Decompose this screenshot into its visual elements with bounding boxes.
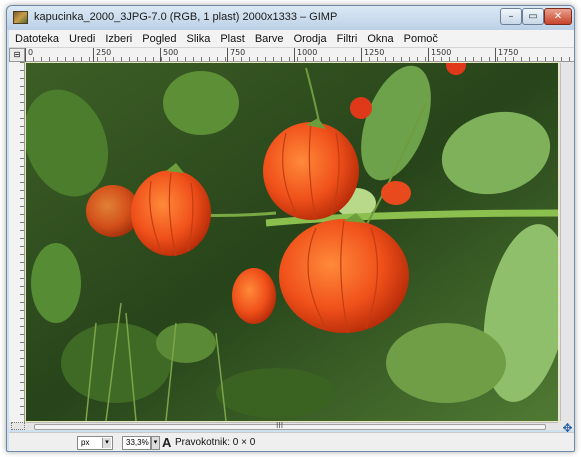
chevron-down-icon: ▾ — [102, 438, 111, 448]
image-canvas[interactable] — [25, 62, 559, 422]
menu-plast[interactable]: Plast — [220, 33, 244, 45]
menu-filtri[interactable]: Filtri — [337, 33, 358, 45]
window-title: kapucinka_2000_3JPG-7.0 (RGB, 1 plast) 2… — [34, 11, 338, 23]
vertical-scrollbar[interactable] — [560, 63, 574, 421]
text-tool-icon: A — [162, 435, 172, 450]
unit-select[interactable]: px ▾ — [77, 436, 113, 450]
menu-uredi[interactable]: Uredi — [69, 33, 95, 45]
quick-mask-toggle[interactable] — [11, 422, 25, 430]
maximize-button[interactable]: ▭ — [522, 8, 544, 25]
ruler-tick: 0 — [25, 48, 33, 62]
ruler-tick: 1250 — [361, 48, 384, 62]
menu-bar: Datoteka Uredi Izberi Pogled Slika Plast… — [9, 30, 574, 48]
zoom-value: 33,3% — [126, 438, 149, 447]
zoom-input[interactable]: 33,3% — [122, 436, 151, 450]
menu-okna[interactable]: Okna — [367, 33, 393, 45]
menu-pomoc[interactable]: Pomoč — [404, 33, 438, 45]
scroll-grip: III — [276, 421, 284, 430]
menu-orodja[interactable]: Orodja — [294, 33, 327, 45]
menu-slika[interactable]: Slika — [187, 33, 211, 45]
menu-izberi[interactable]: Izberi — [105, 33, 132, 45]
unit-value: px — [81, 438, 90, 447]
ruler-tick: 1000 — [294, 48, 317, 62]
horizontal-ruler[interactable]: 0 250 500 750 1000 1250 1500 1750 — [25, 48, 574, 62]
status-bar: px ▾ 33,3% ▾ A Pravokotnik: 0 × 0 — [9, 432, 574, 451]
image-canvas-area: ⊟ 0 250 500 750 1000 1250 1500 1750 III … — [9, 48, 574, 434]
menu-barve[interactable]: Barve — [255, 33, 284, 45]
ruler-tick: 1750 — [495, 48, 518, 62]
horizontal-scrollbar[interactable]: III — [26, 421, 558, 430]
ruler-tick: 500 — [160, 48, 178, 62]
gimp-image-icon — [13, 11, 28, 24]
close-button[interactable]: ✕ — [544, 8, 572, 25]
menu-datoteka[interactable]: Datoteka — [15, 33, 59, 45]
ruler-tick: 1500 — [428, 48, 451, 62]
status-message: Pravokotnik: 0 × 0 — [175, 437, 256, 448]
vertical-ruler[interactable] — [9, 62, 25, 422]
menu-pogled[interactable]: Pogled — [142, 33, 176, 45]
ruler-tick: 750 — [227, 48, 245, 62]
title-bar[interactable]: kapucinka_2000_3JPG-7.0 (RGB, 1 plast) 2… — [7, 6, 574, 30]
gimp-window: kapucinka_2000_3JPG-7.0 (RGB, 1 plast) 2… — [6, 5, 575, 452]
physalis-photo — [26, 63, 558, 421]
ruler-corner-button[interactable]: ⊟ — [9, 48, 25, 62]
horizontal-scroll-thumb[interactable] — [34, 424, 546, 430]
ruler-tick: 250 — [93, 48, 111, 62]
minimize-button[interactable]: – — [500, 8, 522, 25]
zoom-dropdown-button[interactable]: ▾ — [151, 436, 160, 450]
